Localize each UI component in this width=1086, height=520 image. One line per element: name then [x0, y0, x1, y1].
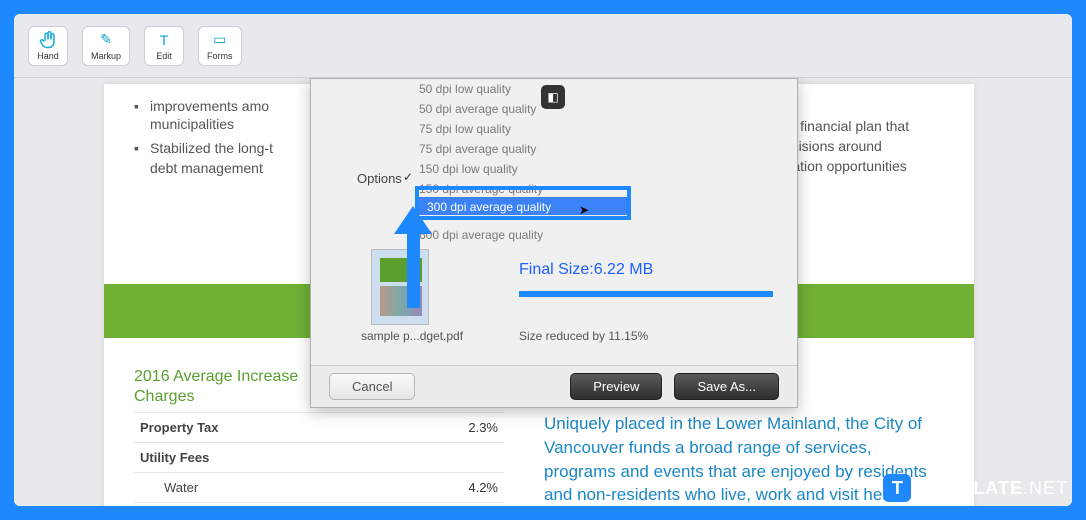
section-title-left2: Charges	[134, 388, 194, 406]
table-row: Water4.2%	[134, 473, 504, 503]
bullet-text: Stabilized the long-t	[150, 140, 273, 156]
rate-percent: 2.3%	[424, 413, 504, 443]
toolbar: Hand ✎ Markup T Edit ▭ Forms	[14, 14, 1072, 78]
quality-option[interactable]: 600 dpi average quality	[419, 225, 611, 245]
quality-dropdown-list[interactable]: 50 dpi low quality50 dpi average quality…	[419, 79, 611, 245]
rate-label: Water	[134, 473, 424, 503]
edit-tool-button[interactable]: T Edit	[144, 26, 184, 66]
hand-label: Hand	[37, 51, 59, 61]
rate-percent	[424, 443, 504, 473]
dialog-button-row: Cancel Preview Save As...	[311, 365, 797, 407]
watermark-badge-icon: T	[883, 474, 911, 502]
rate-percent: 9.9%	[424, 503, 504, 507]
bullet-text: debt management	[150, 160, 263, 176]
final-size-label: Final Size:6.22 MB	[519, 261, 653, 279]
watermark: T TEMPLATE.NET	[883, 474, 1068, 502]
rates-table: Property Tax2.3%Utility FeesWater4.2%Sew…	[134, 412, 504, 506]
bullet-dot: ▪	[134, 98, 139, 114]
watermark-net: .NET	[1023, 478, 1068, 498]
quality-option[interactable]: 150 dpi low quality	[419, 159, 611, 179]
rate-label: Sewer	[134, 503, 424, 507]
bullet-text: municipalities	[150, 116, 234, 132]
preview-button[interactable]: Preview	[570, 373, 662, 400]
forms-label: Forms	[207, 51, 233, 61]
edit-label: Edit	[156, 51, 172, 61]
watermark-text: TEMPLATE.NET	[919, 478, 1068, 499]
tutorial-frame: Hand ✎ Markup T Edit ▭ Forms MB page 1 o…	[0, 0, 1086, 520]
reduce-size-dialog: ◧ Options ✓ 50 dpi low quality50 dpi ave…	[310, 78, 798, 408]
tutorial-arrow	[394, 206, 430, 308]
size-reduced-label: Size reduced by 11.15%	[519, 329, 648, 343]
bullet-dot: ▪	[134, 140, 139, 156]
hand-icon	[39, 31, 57, 49]
progress-bar	[519, 291, 773, 297]
document-area[interactable]: MB page 1 of 348) ▪ improvements amo mun…	[14, 78, 1072, 506]
check-icon: ✓	[403, 170, 413, 184]
arrow-stem	[407, 228, 420, 308]
thumb-filename: sample p...dget.pdf	[361, 329, 463, 343]
section-title-left: 2016 Average Increase	[134, 368, 298, 386]
save-as-button[interactable]: Save As...	[674, 373, 779, 400]
cursor-icon: ➤	[579, 203, 589, 217]
quality-option[interactable]: 50 dpi average quality	[419, 99, 611, 119]
rate-percent: 4.2%	[424, 473, 504, 503]
app-window: Hand ✎ Markup T Edit ▭ Forms MB page 1 o…	[14, 14, 1072, 506]
selected-option-text[interactable]: 300 dpi average quality	[427, 200, 551, 214]
watermark-brand: TEMPLATE	[919, 478, 1023, 498]
quality-option[interactable]: 75 dpi low quality	[419, 119, 611, 139]
forms-icon: ▭	[211, 31, 229, 49]
bullet-text: improvements amo	[150, 98, 269, 114]
edit-icon: T	[155, 31, 173, 49]
table-row: Sewer9.9%	[134, 503, 504, 507]
rate-label: Property Tax	[134, 413, 424, 443]
options-label: Options	[357, 171, 402, 186]
table-row: Utility Fees	[134, 443, 504, 473]
quality-option[interactable]: 75 dpi average quality	[419, 139, 611, 159]
markup-label: Markup	[91, 51, 121, 61]
rate-label: Utility Fees	[134, 443, 424, 473]
cancel-button[interactable]: Cancel	[329, 373, 415, 400]
markup-icon: ✎	[97, 31, 115, 49]
hand-tool-button[interactable]: Hand	[28, 26, 68, 66]
forms-tool-button[interactable]: ▭ Forms	[198, 26, 242, 66]
table-row: Property Tax2.3%	[134, 413, 504, 443]
markup-tool-button[interactable]: ✎ Markup	[82, 26, 130, 66]
quality-option[interactable]: 50 dpi low quality	[419, 79, 611, 99]
